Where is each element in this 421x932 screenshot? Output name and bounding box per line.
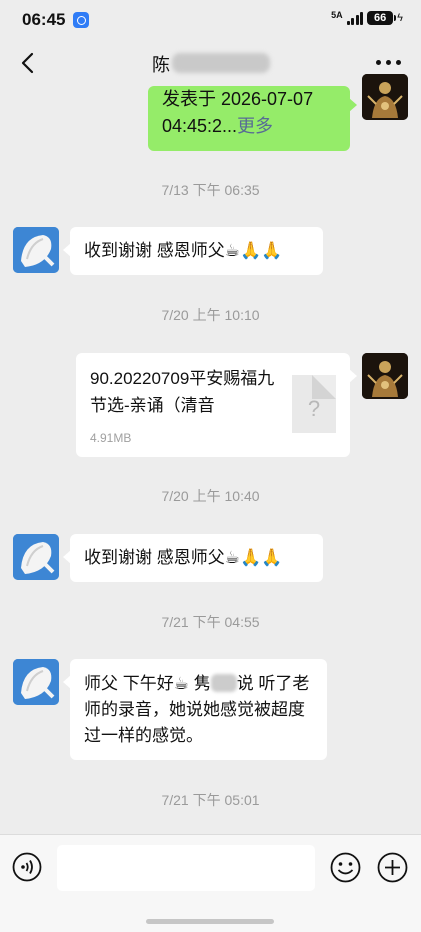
file-title: 90.20220709平安赐福九节选-亲诵（清音 xyxy=(90,369,275,415)
file-message-card[interactable]: 90.20220709平安赐福九节选-亲诵（清音 4.91MB ? xyxy=(76,353,357,457)
message-input[interactable] xyxy=(57,845,315,891)
message-text: 收到谢谢 感恩师父☕🙏🙏 xyxy=(84,241,283,260)
message-bubble-contact[interactable]: 收到谢谢 感恩师父☕🙏🙏 xyxy=(63,534,323,582)
timestamp: 7/13 下午 06:35 xyxy=(161,182,260,198)
file-unknown-icon: ? xyxy=(292,375,336,433)
timestamp: 7/21 下午 04:55 xyxy=(161,614,260,630)
avatar-self[interactable] xyxy=(362,353,408,399)
avatar-self[interactable] xyxy=(362,74,408,120)
status-time: 06:45 xyxy=(22,10,66,29)
message-text: 收到谢谢 感恩师父☕🙏🙏 xyxy=(84,548,283,567)
avatar-contact[interactable] xyxy=(13,659,59,705)
message-line: 发表于 2026-07-07 xyxy=(162,89,314,109)
input-bar xyxy=(0,834,421,932)
message-bubble-contact[interactable]: 收到谢谢 感恩师父☕🙏🙏 xyxy=(63,227,323,275)
emoji-icon[interactable] xyxy=(330,852,361,883)
deity-image xyxy=(362,74,408,120)
app-notification-icon xyxy=(73,12,89,28)
conch-shell-image xyxy=(13,534,59,580)
redacted-text xyxy=(210,674,237,692)
more-icon[interactable] xyxy=(376,60,401,65)
file-size: 4.91MB xyxy=(90,431,132,445)
message-text-part: 师父 下午好☕ 隽 xyxy=(84,674,211,693)
status-indicators: 5A 66 ϟ xyxy=(331,9,403,25)
message-text: 发表于 2026-07-07 04:45:2...更多 xyxy=(162,86,336,140)
timestamp: 7/21 下午 05:01 xyxy=(161,792,260,808)
deity-image xyxy=(362,353,408,399)
chat-header: 陈 xyxy=(0,40,421,86)
message-text: 师父 下午好☕ 隽说 听了老师的录音，她说她感觉被超度过一样的感觉。 xyxy=(84,674,309,745)
add-icon[interactable] xyxy=(377,852,408,883)
file-icon-glyph: ? xyxy=(307,396,321,421)
conch-shell-image xyxy=(13,227,59,273)
message-bubble-self[interactable]: 发表于 2026-07-07 04:45:2...更多 xyxy=(148,86,357,151)
signal-icon xyxy=(346,11,364,25)
home-indicator xyxy=(146,919,274,924)
status-bar: 06:45 5A 66 ϟ xyxy=(0,0,421,40)
message-line: 04:45:2... xyxy=(162,116,238,136)
avatar-contact[interactable] xyxy=(13,227,59,273)
charging-icon: ϟ xyxy=(397,12,403,24)
network-label: 5A xyxy=(331,9,343,20)
redacted-name xyxy=(172,53,270,73)
timestamp: 7/20 上午 10:10 xyxy=(161,307,260,323)
battery-icon: 66 xyxy=(367,11,397,25)
timestamp: 7/20 上午 10:40 xyxy=(161,488,260,504)
conch-shell-image xyxy=(13,659,59,705)
voice-icon[interactable] xyxy=(12,852,42,882)
chat-title: 陈 xyxy=(152,55,170,75)
avatar-contact[interactable] xyxy=(13,534,59,580)
message-bubble-contact[interactable]: 师父 下午好☕ 隽说 听了老师的录音，她说她感觉被超度过一样的感觉。 xyxy=(63,659,327,760)
back-icon[interactable] xyxy=(18,52,40,74)
more-link[interactable]: 更多 xyxy=(237,116,273,136)
